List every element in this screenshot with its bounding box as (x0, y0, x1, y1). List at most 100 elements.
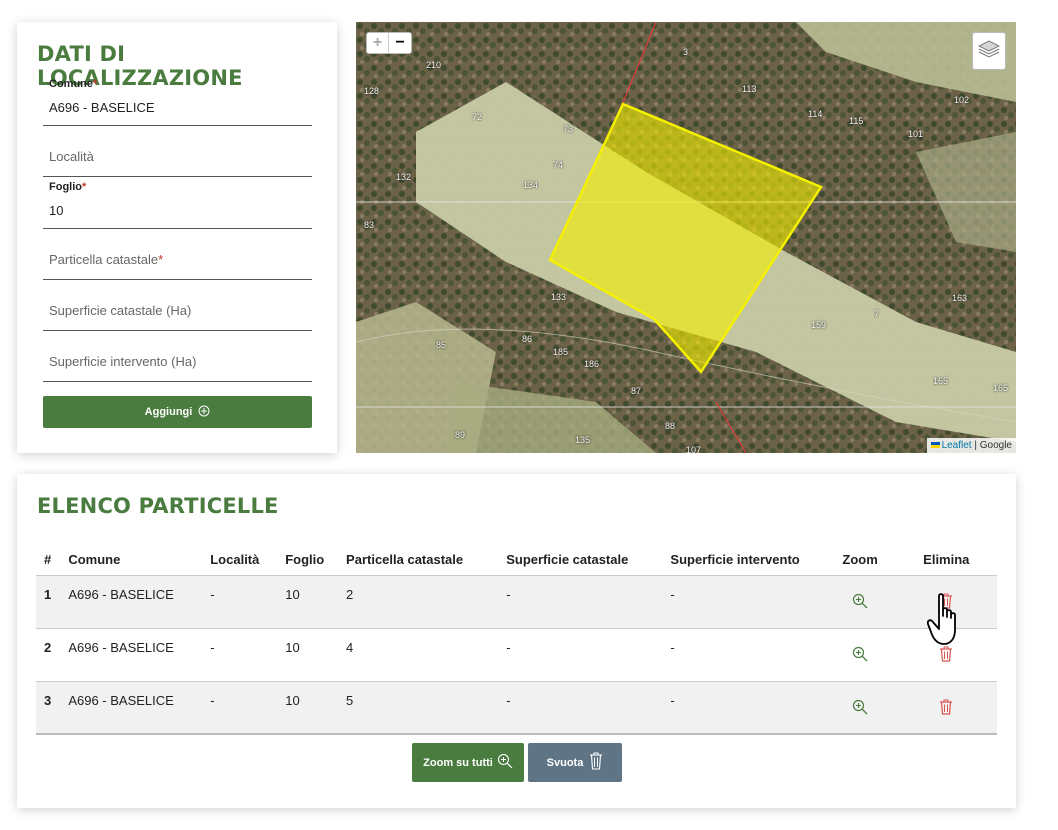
map-zoom-out-button[interactable]: − (389, 33, 411, 53)
superficie-intervento-placeholder: Superficie intervento (Ha) (49, 354, 197, 369)
zoom-all-label: Zoom su tutti (423, 756, 493, 769)
map-zoom-in-button[interactable]: + (367, 33, 390, 53)
parcel-label: 186 (584, 359, 600, 369)
parcel-label: 165 (993, 383, 1009, 393)
zoom-cell (824, 575, 896, 629)
comune-label: Comune* (49, 78, 98, 90)
plus-circle-icon (198, 405, 210, 420)
col-superficie-catastale: Superficie catastale (498, 544, 663, 576)
parcel-label: 7 (874, 309, 880, 319)
parcel-label: 113 (742, 84, 757, 94)
superficie-catastale-field[interactable]: Superficie catastale (Ha) (43, 283, 312, 331)
ukraine-flag-icon (930, 442, 940, 449)
map-view[interactable]: 210 3 128 113 102 72 73 114 115 101 74 1… (356, 22, 1016, 453)
col-elimina: Elimina (895, 544, 997, 576)
parcel-table: # Comune Località Foglio Particella cata… (36, 544, 997, 735)
col-foglio: Foglio (277, 544, 339, 576)
delete-cell (895, 681, 997, 735)
map-attribution: Leaflet | Google (926, 438, 1016, 453)
zoom-cell (824, 628, 896, 682)
layers-button[interactable] (972, 32, 1006, 70)
parcel-label: 134 (523, 180, 539, 190)
row-comune: A696 - BASELICE (60, 681, 203, 735)
trash-icon[interactable] (939, 699, 953, 718)
row-foglio: 10 (277, 681, 339, 735)
col-particella: Particella catastale (338, 544, 499, 576)
parcel-label: 86 (522, 334, 533, 344)
particella-field[interactable]: Particella catastale* (43, 232, 312, 280)
row-sup-catastale: - (498, 681, 663, 735)
parcel-label: 74 (553, 160, 564, 170)
parcel-label: 185 (553, 347, 569, 357)
parcel-label: 128 (364, 86, 380, 96)
parcel-label: 72 (472, 112, 483, 122)
row-localita: - (202, 628, 278, 682)
row-index: 3 (36, 681, 61, 735)
add-button[interactable]: Aggiungi (43, 396, 312, 428)
parcel-label: 135 (575, 435, 591, 445)
localita-placeholder: Località (49, 149, 94, 164)
col-superficie-intervento: Superficie intervento (662, 544, 825, 576)
parcel-label: 3 (683, 47, 689, 57)
parcel-list-card: ELENCO PARTICELLE # Comune Località Fogl… (17, 474, 1016, 808)
localization-form-card: DATI DI LOCALIZZAZIONE Comune* A696 - BA… (17, 22, 337, 453)
col-localita: Località (202, 544, 278, 576)
row-sup-intervento: - (662, 575, 825, 629)
foglio-label: Foglio* (49, 181, 87, 193)
map-zoom-control: + − (366, 32, 412, 54)
table-row: 1 A696 - BASELICE - 10 2 - - (36, 575, 997, 629)
row-sup-intervento: - (662, 681, 825, 735)
col-zoom: Zoom (824, 544, 896, 576)
row-foglio: 10 (277, 628, 339, 682)
row-particella: 5 (338, 681, 499, 735)
zoom-all-button[interactable]: Zoom su tutti (412, 743, 524, 782)
particella-placeholder: Particella catastale* (49, 252, 164, 267)
row-comune: A696 - BASELICE (60, 575, 203, 629)
superficie-catastale-placeholder: Superficie catastale (Ha) (49, 303, 192, 318)
row-particella: 2 (338, 575, 499, 629)
row-localita: - (202, 575, 278, 629)
superficie-intervento-field[interactable]: Superficie intervento (Ha) (43, 334, 312, 382)
parcel-label: 87 (631, 386, 642, 396)
col-comune: Comune (60, 544, 203, 576)
satellite-imagery (356, 22, 1016, 453)
hand-cursor-icon (926, 592, 967, 655)
zoom-cell (824, 681, 896, 735)
localita-field[interactable]: Località (43, 129, 312, 177)
parcel-label: 133 (551, 292, 567, 302)
zoom-in-icon (497, 753, 513, 772)
table-row: 3 A696 - BASELICE - 10 5 - - (36, 681, 997, 735)
google-attribution: Google (979, 440, 1012, 451)
row-foglio: 10 (277, 575, 339, 629)
row-index: 2 (36, 628, 61, 682)
table-header-row: # Comune Località Foglio Particella cata… (36, 544, 997, 576)
zoom-in-icon[interactable] (852, 593, 868, 612)
parcel-label: 102 (954, 95, 970, 105)
foglio-value: 10 (49, 203, 64, 218)
parcel-label: 73 (563, 124, 574, 134)
zoom-in-icon[interactable] (852, 699, 868, 718)
comune-value: A696 - BASELICE (49, 100, 155, 115)
row-sup-catastale: - (498, 575, 663, 629)
trash-icon (589, 752, 603, 773)
zoom-in-icon[interactable] (852, 646, 868, 665)
row-particella: 4 (338, 628, 499, 682)
row-localita: - (202, 681, 278, 735)
clear-button[interactable]: Svuota (528, 743, 622, 782)
row-comune: A696 - BASELICE (60, 628, 203, 682)
parcel-label: 163 (952, 293, 968, 303)
layers-icon (977, 38, 1001, 65)
parcel-label: 132 (396, 172, 412, 182)
parcel-label: 107 (686, 445, 702, 453)
parcel-label: 83 (364, 220, 375, 230)
clear-label: Svuota (546, 756, 584, 769)
leaflet-link[interactable]: Leaflet (942, 440, 972, 451)
parcel-label: 115 (849, 116, 864, 126)
foglio-field[interactable]: Foglio* 10 (43, 181, 312, 229)
parcel-label: 210 (426, 60, 442, 70)
comune-field[interactable]: Comune* A696 - BASELICE (43, 78, 312, 126)
parcel-label: 114 (808, 109, 823, 119)
parcel-label: 165 (933, 376, 949, 386)
row-sup-catastale: - (498, 628, 663, 682)
list-title: ELENCO PARTICELLE (37, 494, 279, 518)
